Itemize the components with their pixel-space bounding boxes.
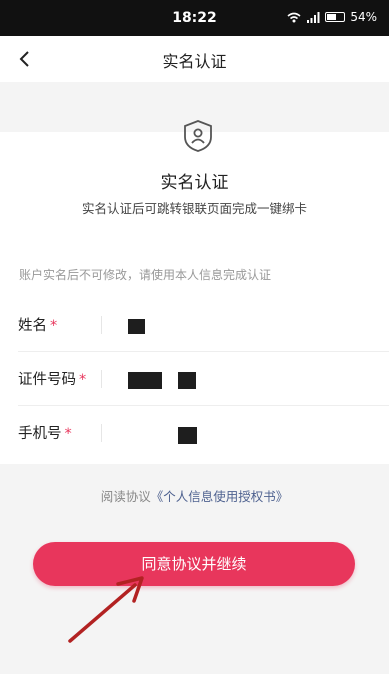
hint-text: 账户实名后不可修改，请使用本人信息完成认证: [19, 268, 272, 282]
redacted-value: [128, 372, 162, 389]
signal-icon: [307, 11, 320, 23]
shield-user-icon: [184, 120, 212, 152]
id-number-row: 证件号码 *: [0, 352, 389, 406]
phone-field[interactable]: [112, 418, 386, 450]
status-bar: 18:22 54%: [0, 0, 389, 36]
status-icons: 54%: [287, 10, 377, 24]
phone-row: 手机号 *: [0, 406, 389, 460]
battery-icon: [325, 12, 346, 22]
page-title: 实名认证: [162, 52, 227, 71]
card-subtitle: 实名认证后可跳转银联页面完成一键绑卡: [81, 201, 307, 216]
redacted-value: [178, 372, 196, 389]
redacted-value: [178, 427, 197, 444]
name-row: 姓名 *: [0, 298, 389, 352]
nav-bar: 实名认证: [0, 36, 389, 82]
id-number-label: 证件号码 *: [18, 372, 87, 388]
battery-percent: 54%: [350, 10, 377, 24]
phone-label: 手机号 *: [18, 426, 72, 442]
agreement-link[interactable]: 《个人信息使用授权书》: [151, 489, 289, 504]
redacted-value: [128, 319, 145, 334]
agree-continue-button[interactable]: 同意协议并继续: [33, 542, 355, 586]
name-field[interactable]: [112, 310, 386, 342]
wifi-icon: [287, 12, 301, 22]
agreement-text: 阅读协议《个人信息使用授权书》: [100, 489, 289, 504]
name-label: 姓名 *: [18, 318, 58, 334]
card-title: 实名认证: [160, 173, 229, 193]
